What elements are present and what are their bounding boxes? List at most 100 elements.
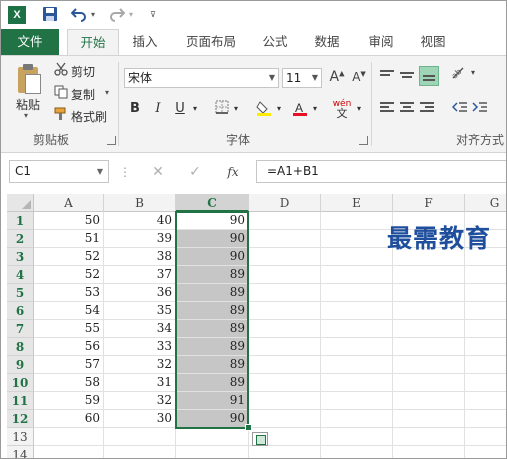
borders-icon[interactable] xyxy=(214,100,230,118)
underline-dropdown-icon[interactable]: ▾ xyxy=(191,100,199,118)
cell-b4[interactable]: 37 xyxy=(104,266,176,284)
cell-c1[interactable]: 90 xyxy=(176,212,249,230)
format-painter-button[interactable]: 格式刷 xyxy=(71,108,107,125)
cell-b6[interactable]: 35 xyxy=(104,302,176,320)
tab-insert[interactable]: 插入 xyxy=(125,29,165,55)
cell-b3[interactable]: 38 xyxy=(104,248,176,266)
fill-handle[interactable] xyxy=(245,424,252,431)
paste-dropdown-icon[interactable]: ▾ xyxy=(24,111,28,120)
cell-d12[interactable] xyxy=(249,410,321,428)
cell-c8[interactable]: 89 xyxy=(176,338,249,356)
cell-a12[interactable]: 60 xyxy=(34,410,104,428)
grow-font-icon[interactable]: A▲ xyxy=(329,69,345,85)
row-header-10[interactable]: 10 xyxy=(7,374,34,392)
cell-a8[interactable]: 56 xyxy=(34,338,104,356)
align-top-icon[interactable] xyxy=(380,70,394,82)
cell-e3[interactable] xyxy=(321,248,393,266)
quick-analysis-icon[interactable] xyxy=(252,432,268,446)
tab-data[interactable]: 数据 xyxy=(309,29,345,55)
cell-b14[interactable] xyxy=(104,446,176,458)
redo-dropdown-icon[interactable]: ▾ xyxy=(127,6,135,24)
cell-a7[interactable]: 55 xyxy=(34,320,104,338)
cell-b12[interactable]: 30 xyxy=(104,410,176,428)
cell-g8[interactable] xyxy=(465,338,506,356)
row-header-11[interactable]: 11 xyxy=(7,392,34,410)
cell-c5[interactable]: 89 xyxy=(176,284,249,302)
cell-a9[interactable]: 57 xyxy=(34,356,104,374)
cell-d11[interactable] xyxy=(249,392,321,410)
cell-f8[interactable] xyxy=(393,338,465,356)
cell-e13[interactable] xyxy=(321,428,393,446)
tab-page-layout[interactable]: 页面布局 xyxy=(179,29,243,55)
cell-c2[interactable]: 90 xyxy=(176,230,249,248)
row-header-4[interactable]: 4 xyxy=(7,266,34,284)
cell-d9[interactable] xyxy=(249,356,321,374)
cell-g6[interactable] xyxy=(465,302,506,320)
align-bottom-icon[interactable] xyxy=(419,66,439,86)
increase-indent-icon[interactable] xyxy=(472,100,488,118)
bold-button[interactable]: B xyxy=(128,100,142,118)
font-launcher-icon[interactable] xyxy=(359,136,368,145)
decrease-indent-icon[interactable] xyxy=(451,100,468,118)
borders-dropdown-icon[interactable]: ▾ xyxy=(232,100,240,118)
cell-e1[interactable] xyxy=(321,212,393,230)
cell-a3[interactable]: 52 xyxy=(34,248,104,266)
phonetic-guide-icon[interactable]: wén 文 xyxy=(331,100,353,120)
row-header-5[interactable]: 5 xyxy=(7,284,34,302)
cell-c4[interactable]: 89 xyxy=(176,266,249,284)
cell-b5[interactable]: 36 xyxy=(104,284,176,302)
column-header-g[interactable]: G xyxy=(465,194,506,212)
column-header-f[interactable]: F xyxy=(393,194,465,212)
cell-g14[interactable] xyxy=(465,446,506,458)
cell-f7[interactable] xyxy=(393,320,465,338)
cell-a13[interactable] xyxy=(34,428,104,446)
cell-g12[interactable] xyxy=(465,410,506,428)
cell-f6[interactable] xyxy=(393,302,465,320)
tab-view[interactable]: 视图 xyxy=(415,29,451,55)
row-header-9[interactable]: 9 xyxy=(7,356,34,374)
clipboard-launcher-icon[interactable] xyxy=(107,136,116,145)
phonetic-dropdown-icon[interactable]: ▾ xyxy=(355,100,363,118)
cell-d10[interactable] xyxy=(249,374,321,392)
row-header-6[interactable]: 6 xyxy=(7,302,34,320)
row-header-12[interactable]: 12 xyxy=(7,410,34,428)
cell-a11[interactable]: 59 xyxy=(34,392,104,410)
cancel-icon[interactable]: ✕ xyxy=(149,162,167,182)
cell-e5[interactable] xyxy=(321,284,393,302)
cell-b8[interactable]: 33 xyxy=(104,338,176,356)
cell-b2[interactable]: 39 xyxy=(104,230,176,248)
cell-f5[interactable] xyxy=(393,284,465,302)
undo-icon[interactable] xyxy=(70,6,87,24)
cell-e10[interactable] xyxy=(321,374,393,392)
column-header-c[interactable]: C xyxy=(176,194,249,212)
column-header-a[interactable]: A xyxy=(34,194,104,212)
column-header-e[interactable]: E xyxy=(321,194,393,212)
fill-color-dropdown-icon[interactable]: ▾ xyxy=(275,100,283,118)
insert-function-icon[interactable]: fx xyxy=(223,162,243,182)
shrink-font-icon[interactable]: A▼ xyxy=(351,70,367,84)
orientation-dropdown-icon[interactable]: ▾ xyxy=(469,68,477,77)
column-header-d[interactable]: D xyxy=(249,194,321,212)
cell-c10[interactable]: 89 xyxy=(176,374,249,392)
cell-e11[interactable] xyxy=(321,392,393,410)
formula-input[interactable]: =A1+B1 xyxy=(256,160,506,183)
row-header-1[interactable]: 1 xyxy=(7,212,34,230)
fill-color-icon[interactable] xyxy=(255,100,273,118)
align-right-icon[interactable] xyxy=(420,102,434,114)
cell-a4[interactable]: 52 xyxy=(34,266,104,284)
cell-f11[interactable] xyxy=(393,392,465,410)
cell-c9[interactable]: 89 xyxy=(176,356,249,374)
italic-button[interactable]: I xyxy=(151,100,165,118)
cell-e6[interactable] xyxy=(321,302,393,320)
align-center-icon[interactable] xyxy=(400,102,414,114)
cell-g9[interactable] xyxy=(465,356,506,374)
cell-d6[interactable] xyxy=(249,302,321,320)
cell-c11[interactable]: 91 xyxy=(176,392,249,410)
cell-c3[interactable]: 90 xyxy=(176,248,249,266)
cell-d14[interactable] xyxy=(249,446,321,458)
cell-b7[interactable]: 34 xyxy=(104,320,176,338)
row-header-8[interactable]: 8 xyxy=(7,338,34,356)
cell-a1[interactable]: 50 xyxy=(34,212,104,230)
cell-c6[interactable]: 89 xyxy=(176,302,249,320)
cell-b11[interactable]: 32 xyxy=(104,392,176,410)
